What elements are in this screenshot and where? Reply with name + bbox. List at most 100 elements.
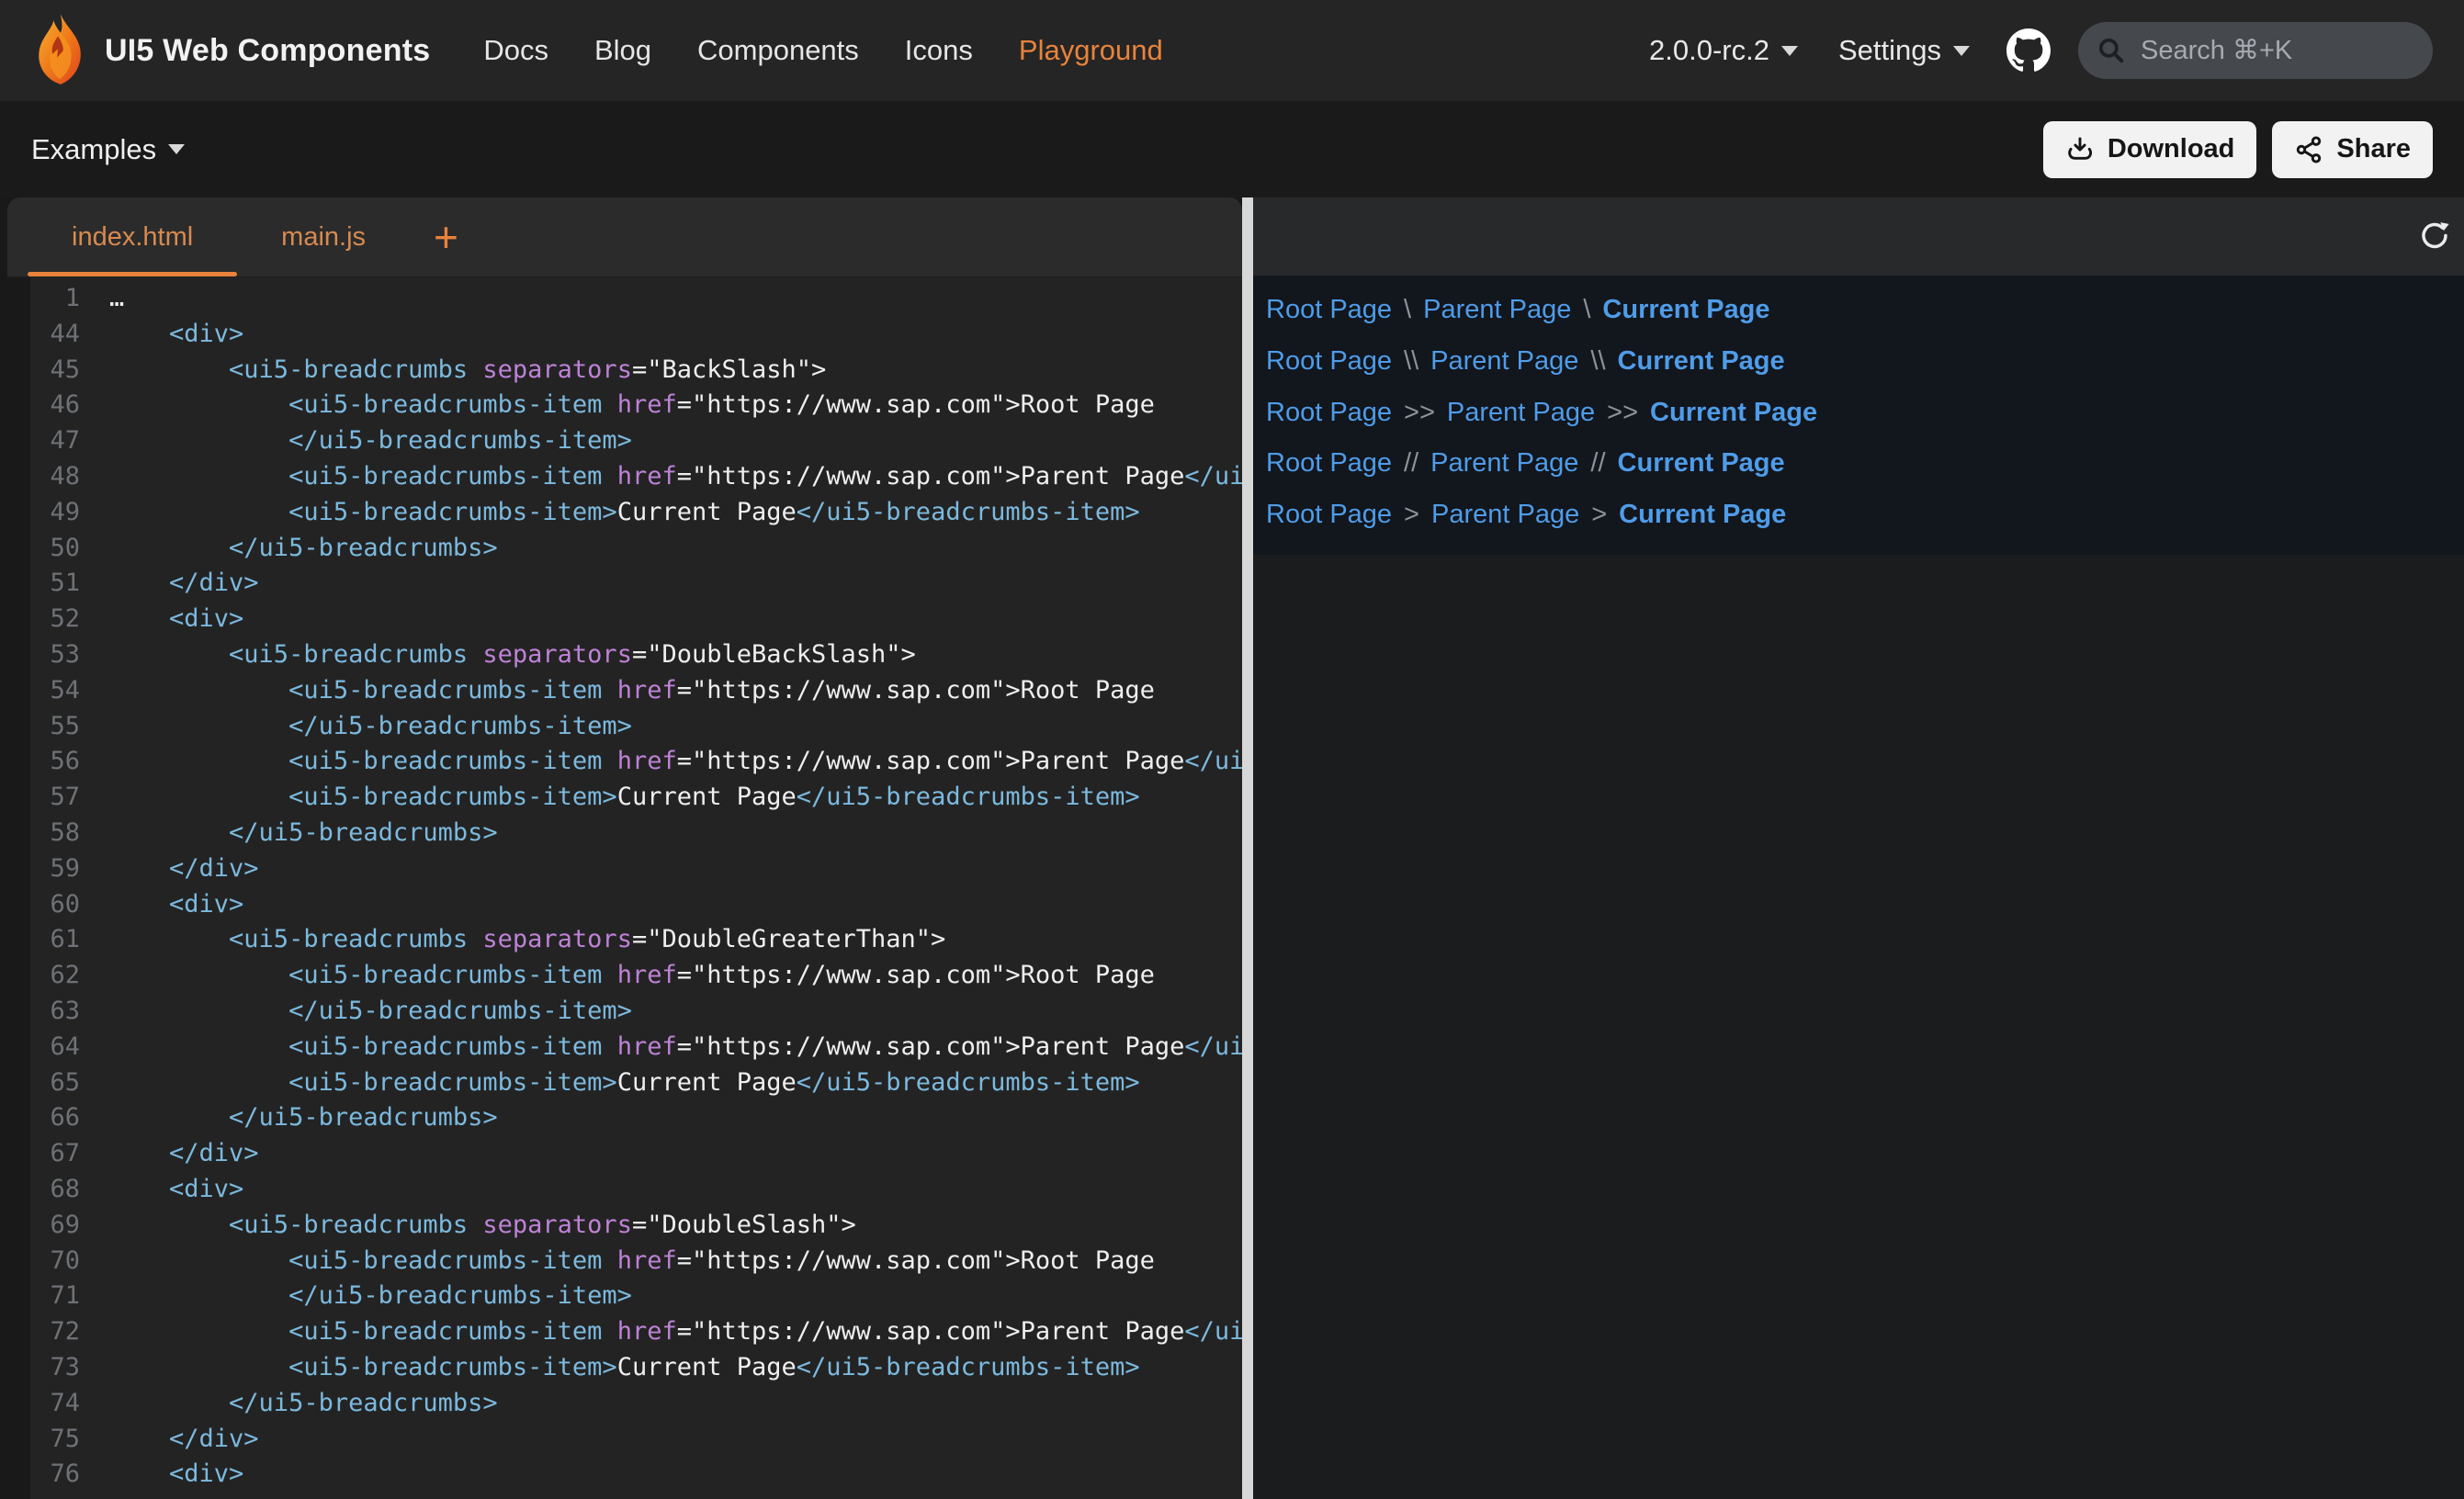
code-text: <ui5-breadcrumbs-item href="https://www.… — [80, 673, 1155, 709]
version-selector[interactable]: 2.0.0-rc.2 — [1649, 34, 1798, 67]
code-line: 54 <ui5-breadcrumbs-item href="https://w… — [7, 673, 1242, 709]
breadcrumb-link-root[interactable]: Root Page — [1266, 295, 1392, 325]
line-number: 66 — [30, 1100, 80, 1136]
settings-label: Settings — [1838, 34, 1941, 67]
playground-toolbar: Examples Download Share — [0, 101, 2464, 197]
code-text: </ui5-breadcrumbs-item> — [80, 709, 632, 745]
download-button[interactable]: Download — [2043, 121, 2257, 178]
share-label: Share — [2336, 134, 2411, 164]
breadcrumbs-row: Root Page>Parent Page>Current Page — [1266, 490, 2464, 541]
line-number: 1 — [30, 281, 80, 317]
code-line: 50 </ui5-breadcrumbs> — [7, 531, 1242, 567]
code-text: </ui5-breadcrumbs-item> — [80, 423, 632, 459]
breadcrumb-current-page: Current Page — [1618, 448, 1785, 479]
line-number: 73 — [30, 1350, 80, 1386]
editor-tab-main.js[interactable]: main.js — [237, 197, 410, 276]
breadcrumb-separator: >> — [1607, 398, 1638, 428]
line-number: 45 — [30, 353, 80, 389]
code-text: </div> — [80, 851, 259, 887]
code-text: <ui5-breadcrumbs-item href="https://www.… — [80, 1314, 1242, 1350]
breadcrumb-link-parent[interactable]: Parent Page — [1430, 448, 1578, 479]
breadcrumbs-row: Root Page//Parent Page//Current Page — [1266, 438, 2464, 490]
line-number: 67 — [30, 1136, 80, 1172]
code-text: <div> — [80, 602, 243, 637]
code-line: 45 <ui5-breadcrumbs separators="BackSlas… — [7, 353, 1242, 389]
code-text: </div> — [80, 566, 259, 602]
code-line: 75 </div> — [7, 1422, 1242, 1458]
breadcrumb-current-page: Current Page — [1619, 500, 1786, 530]
nav-item-blog[interactable]: Blog — [594, 34, 651, 67]
code-line: 1… — [7, 281, 1242, 317]
nav-item-playground[interactable]: Playground — [1019, 34, 1163, 67]
code-line: 44 <div> — [7, 317, 1242, 353]
code-line: 66 </ui5-breadcrumbs> — [7, 1100, 1242, 1136]
code-line: 55 </ui5-breadcrumbs-item> — [7, 709, 1242, 745]
breadcrumbs-row: Root Page>>Parent Page>>Current Page — [1266, 387, 2464, 438]
line-number: 46 — [30, 388, 80, 423]
nav-item-components[interactable]: Components — [697, 34, 859, 67]
breadcrumb-separator: \\ — [1404, 346, 1418, 377]
breadcrumbs-row: Root Page\\Parent Page\\Current Page — [1266, 336, 2464, 388]
line-number: 74 — [30, 1386, 80, 1422]
code-line: 47 </ui5-breadcrumbs-item> — [7, 423, 1242, 459]
search-input[interactable] — [2139, 35, 2400, 67]
breadcrumb-link-root[interactable]: Root Page — [1266, 500, 1392, 530]
line-number: 60 — [30, 887, 80, 923]
code-text: <ui5-breadcrumbs-item>Current Page</ui5-… — [80, 1065, 1140, 1101]
code-text: <ui5-breadcrumbs separators="DoubleBackS… — [80, 637, 916, 673]
line-number: 76 — [30, 1457, 80, 1493]
settings-menu[interactable]: Settings — [1838, 34, 1970, 67]
split-divider-handle[interactable] — [1242, 197, 1253, 1499]
breadcrumb-link-parent[interactable]: Parent Page — [1431, 500, 1579, 530]
code-text: <ui5-breadcrumbs-item>Current Page</ui5-… — [80, 495, 1140, 531]
top-header: UI5 Web Components Docs Blog Components Ico… — [0, 0, 2464, 101]
add-tab-button[interactable]: + — [424, 197, 468, 276]
code-line: 49 <ui5-breadcrumbs-item>Current Page</u… — [7, 495, 1242, 531]
breadcrumb-link-root[interactable]: Root Page — [1266, 448, 1392, 479]
breadcrumb-separator: \\ — [1590, 346, 1605, 377]
code-line: 73 <ui5-breadcrumbs-item>Current Page</u… — [7, 1350, 1242, 1386]
code-line: 72 <ui5-breadcrumbs-item href="https://w… — [7, 1314, 1242, 1350]
code-line: 51 </div> — [7, 566, 1242, 602]
breadcrumb-link-parent[interactable]: Parent Page — [1423, 295, 1571, 325]
breadcrumb-link-root[interactable]: Root Page — [1266, 346, 1392, 377]
version-label: 2.0.0-rc.2 — [1649, 34, 1769, 67]
breadcrumb-separator: // — [1590, 448, 1605, 479]
line-number: 51 — [30, 566, 80, 602]
code-text: </ui5-breadcrumbs> — [80, 1386, 498, 1422]
editor-tab-index.html[interactable]: index.html — [28, 197, 237, 276]
code-text: <div> — [80, 1172, 243, 1208]
code-line: 71 </ui5-breadcrumbs-item> — [7, 1279, 1242, 1314]
line-number: 56 — [30, 744, 80, 780]
line-number: 47 — [30, 423, 80, 459]
chevron-down-icon — [1781, 46, 1798, 56]
code-line: 67 </div> — [7, 1136, 1242, 1172]
code-text: <ui5-breadcrumbs separators="DoubleSlash… — [80, 1208, 856, 1244]
share-button[interactable]: Share — [2272, 121, 2433, 178]
breadcrumb-separator: \ — [1583, 295, 1590, 325]
code-text: <ui5-breadcrumbs separators="BackSlash"> — [80, 353, 826, 389]
brand-home-link[interactable]: UI5 Web Components — [31, 12, 430, 89]
examples-menu[interactable]: Examples — [31, 133, 185, 166]
breadcrumb-separator: > — [1591, 500, 1607, 530]
nav-item-icons[interactable]: Icons — [905, 34, 973, 67]
refresh-button[interactable] — [2414, 215, 2455, 258]
breadcrumb-link-parent[interactable]: Parent Page — [1430, 346, 1578, 377]
github-icon — [2006, 28, 2051, 73]
line-number: 59 — [30, 851, 80, 887]
code-text: </ui5-breadcrumbs> — [80, 816, 498, 851]
line-number: 48 — [30, 459, 80, 495]
breadcrumb-link-root[interactable]: Root Page — [1266, 398, 1392, 428]
search-box[interactable] — [2078, 22, 2433, 79]
code-line: 76 <div> — [7, 1457, 1242, 1493]
line-number: 52 — [30, 602, 80, 637]
github-link[interactable] — [2006, 28, 2051, 73]
line-number: 72 — [30, 1314, 80, 1350]
chevron-down-icon — [168, 144, 185, 154]
code-line: 60 <div> — [7, 887, 1242, 923]
line-number: 71 — [30, 1279, 80, 1314]
breadcrumb-link-parent[interactable]: Parent Page — [1447, 398, 1595, 428]
code-area[interactable]: 1…44 <div>45 <ui5-breadcrumbs separators… — [7, 277, 1242, 1499]
nav-item-docs[interactable]: Docs — [483, 34, 548, 67]
code-line: 48 <ui5-breadcrumbs-item href="https://w… — [7, 459, 1242, 495]
